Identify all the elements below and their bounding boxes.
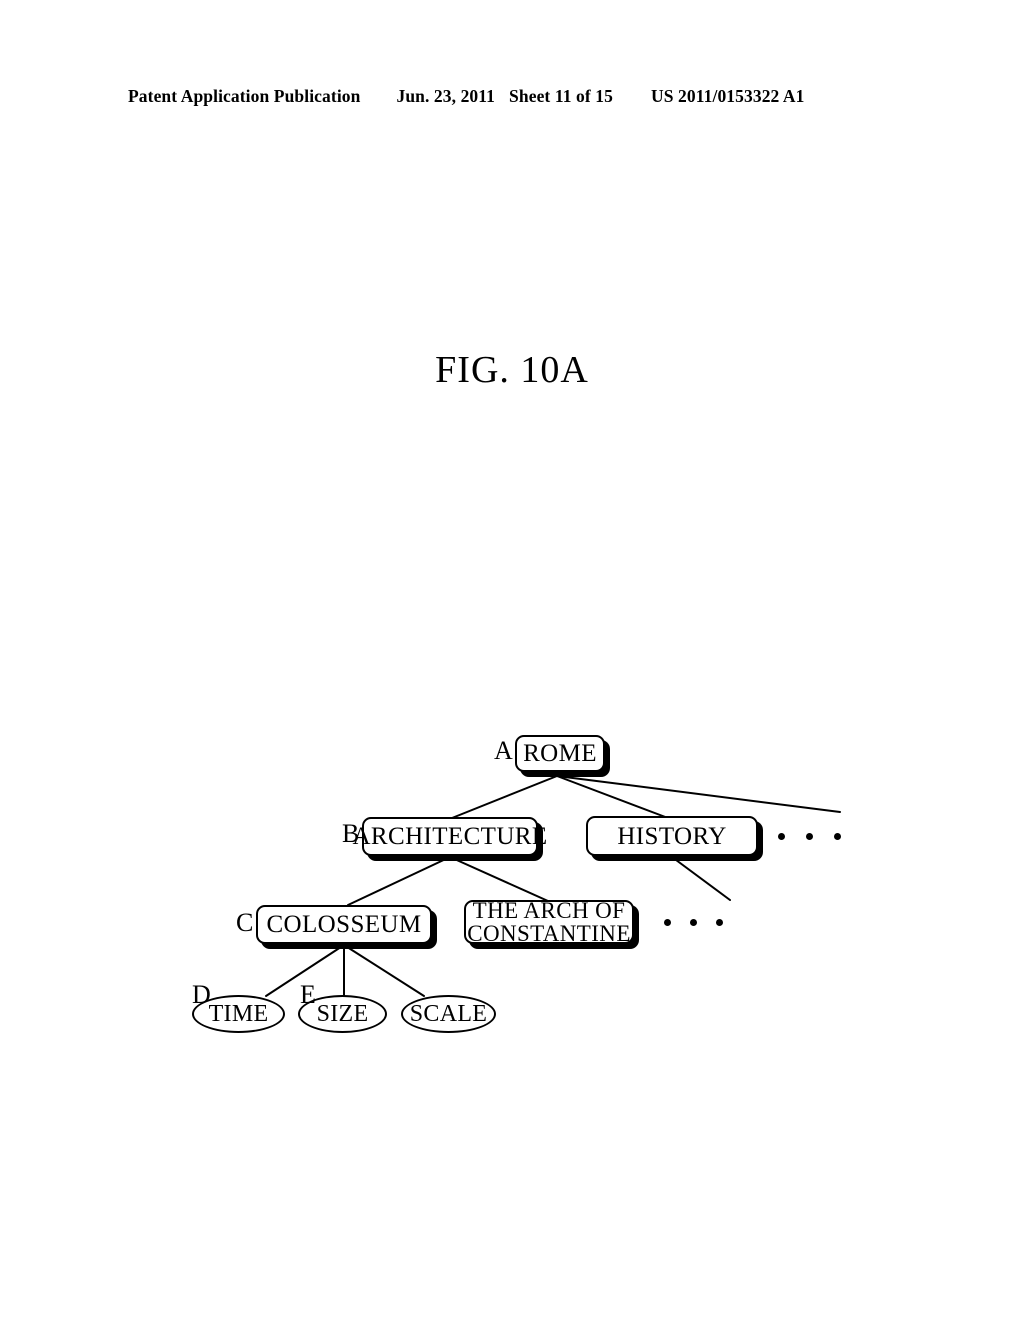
node-time-label: TIME xyxy=(208,1000,269,1027)
node-architecture[interactable]: ARCHITECTURE xyxy=(352,817,547,856)
node-architecture-label: ARCHITECTURE xyxy=(352,823,548,850)
node-size-label: SIZE xyxy=(316,1000,369,1027)
dot xyxy=(664,919,671,926)
edge-rome-history xyxy=(556,775,669,819)
ref-letter-e: E xyxy=(300,980,316,1009)
tree-diagram: A ROME B ARCHITECTURE HISTORY C COLOSSEU… xyxy=(0,0,1024,1320)
edge-architecture-colosseum xyxy=(347,856,451,906)
node-colosseum-label: COLOSSEUM xyxy=(266,911,422,938)
node-rome[interactable]: ROME xyxy=(515,735,605,772)
edge-rome-more xyxy=(556,775,841,813)
ref-letter-a: A xyxy=(494,736,513,765)
node-rome-label: ROME xyxy=(523,740,597,767)
node-arch-of-constantine[interactable]: THE ARCH OF CONSTANTINE xyxy=(464,897,634,946)
edge-architecture-arch-of-constantine xyxy=(449,856,549,902)
node-history-label: HISTORY xyxy=(617,822,727,850)
dot xyxy=(690,919,697,926)
ref-letter-c: C xyxy=(236,908,254,937)
node-arch-of-constantine-label-line2: CONSTANTINE xyxy=(467,921,631,946)
edge-history-more xyxy=(671,856,731,901)
ellipsis-dots-top-level xyxy=(778,833,841,840)
edge-colosseum-scale xyxy=(343,944,425,997)
node-colosseum[interactable]: COLOSSEUM xyxy=(256,905,432,944)
node-scale-label: SCALE xyxy=(409,1000,488,1027)
dot xyxy=(834,833,841,840)
edge-layer xyxy=(265,775,841,997)
ref-letter-b: B xyxy=(342,819,360,848)
dot xyxy=(806,833,813,840)
node-history[interactable]: HISTORY xyxy=(586,816,758,856)
node-scale[interactable]: SCALE xyxy=(401,995,496,1033)
dot xyxy=(778,833,785,840)
ref-letter-d: D xyxy=(192,980,211,1009)
edge-rome-architecture xyxy=(451,775,558,819)
dot xyxy=(716,919,723,926)
ellipsis-dots-history-level xyxy=(664,919,723,926)
node-arch-of-constantine-label-line1: THE ARCH OF xyxy=(472,897,626,923)
